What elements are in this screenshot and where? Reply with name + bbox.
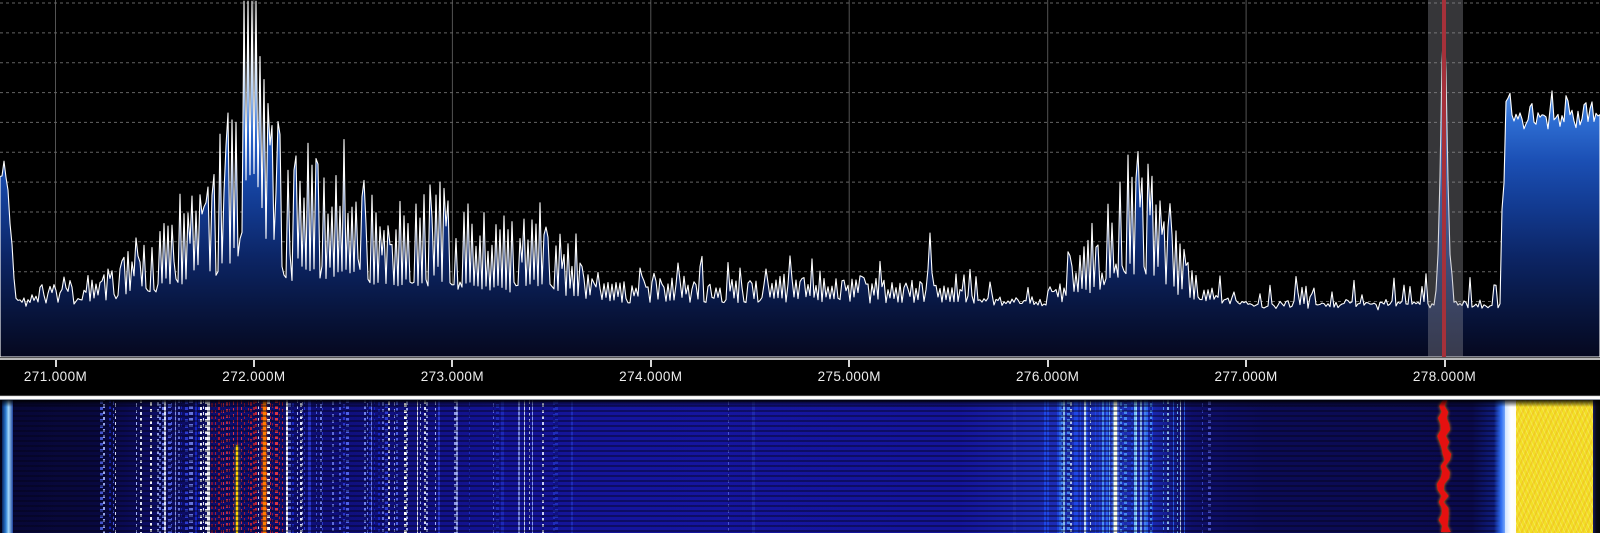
freq-label: 277.000M: [1176, 369, 1316, 384]
frequency-axis: 271.000M 272.000M 273.000M 274.000M 275.000M…: [0, 360, 1600, 395]
tuned-frequency-line[interactable]: [1442, 0, 1446, 357]
freq-label: 273.000M: [382, 369, 522, 384]
freq-tick: [55, 360, 57, 367]
freq-label: 271.000M: [0, 369, 126, 384]
freq-tick: [451, 360, 453, 367]
freq-label: 274.000M: [581, 369, 721, 384]
spectrum-plot: [0, 0, 1600, 357]
freq-tick: [1444, 360, 1446, 367]
freq-tick: [1047, 360, 1049, 367]
fft-trace: [0, 1, 1600, 357]
freq-label: 275.000M: [779, 369, 919, 384]
freq-tick: [848, 360, 850, 367]
sdr-app-window: 271.000M 272.000M 273.000M 274.000M 275.000M…: [0, 0, 1600, 533]
freq-tick: [1245, 360, 1247, 367]
waterfall-top-fade: [0, 400, 1600, 533]
waterfall-panel[interactable]: [0, 400, 1600, 533]
freq-label: 272.000M: [184, 369, 324, 384]
freq-label: 278.000M: [1375, 369, 1515, 384]
spectrum-panel[interactable]: [0, 0, 1600, 357]
freq-label: 276.000M: [978, 369, 1118, 384]
freq-tick: [650, 360, 652, 367]
freq-tick: [253, 360, 255, 367]
